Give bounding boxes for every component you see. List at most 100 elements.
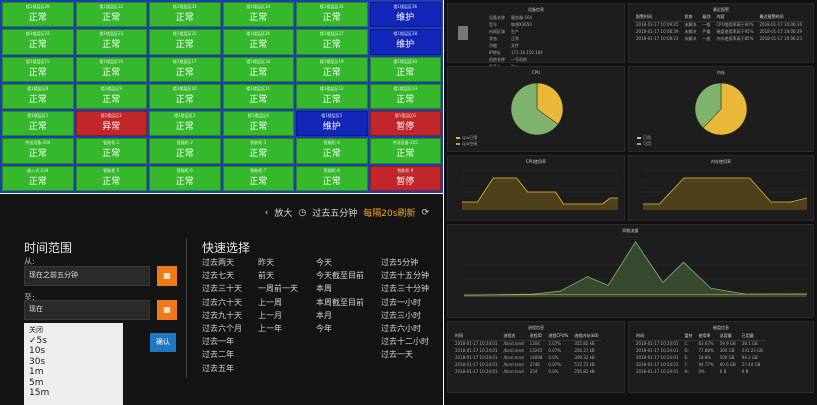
from-calendar-icon[interactable]: ▦ bbox=[157, 266, 177, 286]
quick-select-option[interactable]: 一周前一天 bbox=[258, 282, 298, 295]
device-tile[interactable]: 楼1楼层区18 正常 bbox=[222, 56, 294, 82]
device-tile[interactable]: 楼1楼层区10 正常 bbox=[149, 83, 221, 110]
device-tile[interactable]: 楼1楼层区36 维护 bbox=[369, 2, 441, 28]
quick-select-option[interactable]: 过去一年 bbox=[202, 335, 242, 348]
refresh-interval-label[interactable]: 每隔20s刷新 bbox=[363, 206, 415, 219]
device-tile[interactable]: 楼1楼层区35 正常 bbox=[296, 2, 368, 28]
device-tile[interactable]: 传送设备-204 正常 bbox=[2, 138, 74, 164]
quick-select-option[interactable]: 过去三十分钟 bbox=[381, 282, 429, 295]
refresh-option[interactable]: 15m bbox=[29, 388, 118, 399]
to-input[interactable]: 现在 bbox=[24, 300, 150, 320]
quick-select-option[interactable]: 过去三小时 bbox=[381, 309, 429, 322]
from-input[interactable]: 现在之前五分钟 bbox=[24, 266, 150, 286]
device-tile[interactable]: 楼1楼层区8 正常 bbox=[2, 83, 74, 110]
device-tile[interactable]: 楼1楼层区34 正常 bbox=[222, 2, 294, 28]
quick-select-option[interactable]: 过去六个月 bbox=[202, 322, 242, 335]
device-tile[interactable]: 智能柜-5 正常 bbox=[75, 165, 147, 191]
quick-select-option[interactable]: 今天 bbox=[316, 256, 364, 269]
device-tile[interactable]: 楼1楼层区12 正常 bbox=[296, 83, 368, 110]
table-cell: 0.0% bbox=[548, 355, 559, 360]
device-tile[interactable]: 楼1楼层区2 异常 bbox=[75, 111, 147, 137]
device-tile[interactable]: 楼1楼层区28 维护 bbox=[369, 29, 441, 55]
quick-select-option[interactable]: 昨天 bbox=[258, 256, 298, 269]
refresh-option[interactable]: ✓5s bbox=[29, 336, 118, 347]
quick-select-column: 过去5分钟 过去十五分钟 过去三十分钟 过去一小时 过去三小时 过去六小时 过去十二小时 过去… bbox=[381, 256, 429, 362]
table-row: 机房名称 一号机房 bbox=[486, 56, 546, 63]
device-tile[interactable]: 智能柜-9 暂停 bbox=[369, 165, 441, 191]
device-tile[interactable]: 楼1楼层区29 正常 bbox=[2, 2, 74, 28]
device-tile[interactable]: 楼1楼层区27 正常 bbox=[296, 29, 368, 55]
quick-select-option[interactable]: 本周截至目前 bbox=[316, 296, 364, 309]
to-calendar-icon[interactable]: ▦ bbox=[157, 300, 177, 320]
device-tile[interactable]: 智能柜-4 正常 bbox=[296, 138, 368, 164]
quick-select-option[interactable]: 前天 bbox=[258, 269, 298, 282]
device-tile[interactable]: 楼1楼层区25 正常 bbox=[149, 29, 221, 55]
refresh-option[interactable]: 1m bbox=[29, 367, 118, 378]
refresh-icon[interactable]: ⟳ bbox=[421, 208, 429, 218]
quick-select-option[interactable]: 过去十二小时 bbox=[381, 335, 429, 348]
device-tile[interactable]: 楼1楼层区33 正常 bbox=[149, 2, 221, 28]
quick-select-option[interactable]: 上一月 bbox=[258, 309, 298, 322]
device-tile[interactable]: 楼1楼层区1 正常 bbox=[2, 111, 74, 137]
device-tile[interactable]: 楼1楼层区22 正常 bbox=[2, 29, 74, 55]
quick-select-option[interactable]: 过去一小时 bbox=[381, 296, 429, 309]
quick-select-option[interactable]: 过去一天 bbox=[381, 348, 429, 361]
pie-legend-label: 可用 bbox=[643, 141, 651, 146]
quick-select-option[interactable]: 本周 bbox=[316, 282, 364, 295]
device-tile[interactable]: 智能柜-8 正常 bbox=[296, 165, 368, 191]
quick-select-option[interactable]: 过去三十天 bbox=[202, 282, 242, 295]
device-tile[interactable]: 楼1楼层区26 正常 bbox=[222, 29, 294, 55]
device-tile[interactable]: 楼1楼层区3 正常 bbox=[149, 111, 221, 137]
quick-select-option[interactable]: 过去两天 bbox=[202, 256, 242, 269]
time-range-button[interactable]: 过去五分钟 bbox=[312, 206, 357, 219]
quick-select-option[interactable]: 过去五年 bbox=[202, 362, 242, 375]
quick-select-option[interactable]: 过去十五分钟 bbox=[381, 269, 429, 282]
device-tile[interactable]: 楼1楼层区11 正常 bbox=[222, 83, 294, 110]
device-tile[interactable]: 楼1楼层区23 正常 bbox=[75, 29, 147, 55]
device-tile[interactable]: 智能柜-7 正常 bbox=[222, 165, 294, 191]
quick-select-option[interactable]: 过去七天 bbox=[202, 269, 242, 282]
table-cell: 0 B bbox=[719, 369, 727, 374]
device-tile[interactable]: 楼1楼层区15 正常 bbox=[2, 56, 74, 82]
device-tile[interactable]: 楼1楼层区20 正常 bbox=[369, 56, 441, 82]
chevron-left-icon[interactable]: ‹ bbox=[265, 208, 269, 218]
device-tile[interactable]: 楼1楼层区13 正常 bbox=[369, 83, 441, 110]
device-tile[interactable]: 智能柜-6 正常 bbox=[149, 165, 221, 191]
device-tile[interactable]: 楼1楼层区19 正常 bbox=[296, 56, 368, 82]
quick-select-option[interactable]: 今年 bbox=[316, 322, 364, 335]
device-tile[interactable]: 楼1楼层区17 正常 bbox=[149, 56, 221, 82]
refresh-option[interactable]: 30s bbox=[29, 357, 118, 368]
quick-select-option[interactable]: 本月 bbox=[316, 309, 364, 322]
device-tile[interactable]: 智能柜-3 正常 bbox=[222, 138, 294, 164]
device-tile[interactable]: 楼1楼层区4 正常 bbox=[222, 111, 294, 137]
quick-select-option[interactable]: 上一周 bbox=[258, 296, 298, 309]
quick-select-option[interactable]: 过去二年 bbox=[202, 348, 242, 361]
device-tile[interactable]: 传送设备-205 正常 bbox=[369, 138, 441, 164]
refresh-option[interactable]: 5m bbox=[29, 378, 118, 389]
quick-select-option[interactable]: 过去5分钟 bbox=[381, 256, 429, 269]
apply-button[interactable]: 确认 bbox=[150, 333, 176, 352]
device-tile[interactable]: 智能柜-1 正常 bbox=[75, 138, 147, 164]
device-tile[interactable]: 楼1楼层区32 正常 bbox=[75, 2, 147, 28]
refresh-option[interactable]: 关闭 bbox=[29, 325, 118, 336]
table-row: IP地址 172.16.150.164 bbox=[486, 49, 546, 56]
info-value: 一号机房 bbox=[511, 56, 527, 62]
table-cell: 500 GB bbox=[719, 355, 735, 360]
device-tile[interactable]: 楼1楼层区9 正常 bbox=[75, 83, 147, 110]
column-header: 进程名 bbox=[500, 333, 527, 341]
refresh-option[interactable]: 10s bbox=[29, 346, 118, 357]
table-cell: 94.3 GB bbox=[741, 355, 758, 360]
device-tile-status: 异常 bbox=[102, 122, 121, 133]
quick-select-option[interactable]: 今天截至目前 bbox=[316, 269, 364, 282]
device-tile[interactable]: 智能柜-2 正常 bbox=[149, 138, 221, 164]
quick-select-option[interactable]: 过去九十天 bbox=[202, 309, 242, 322]
device-tile[interactable]: 楼1楼层区5 维护 bbox=[296, 111, 368, 137]
quick-select-option[interactable]: 上一年 bbox=[258, 322, 298, 335]
device-tile[interactable]: 楼1楼层区16 正常 bbox=[75, 56, 147, 82]
quick-select-option[interactable]: 过去六十天 bbox=[202, 296, 242, 309]
device-tile[interactable]: 楼1楼层区6 暂停 bbox=[369, 111, 441, 137]
quick-select-option[interactable]: 过去六小时 bbox=[381, 322, 429, 335]
refresh-dropdown[interactable]: 关闭 ✓5s 10s 30s 1m 5m 15m bbox=[24, 323, 123, 405]
zoom-out-button[interactable]: 放大 bbox=[274, 206, 292, 219]
device-tile[interactable]: 嵌入式-239 正常 bbox=[2, 165, 74, 191]
